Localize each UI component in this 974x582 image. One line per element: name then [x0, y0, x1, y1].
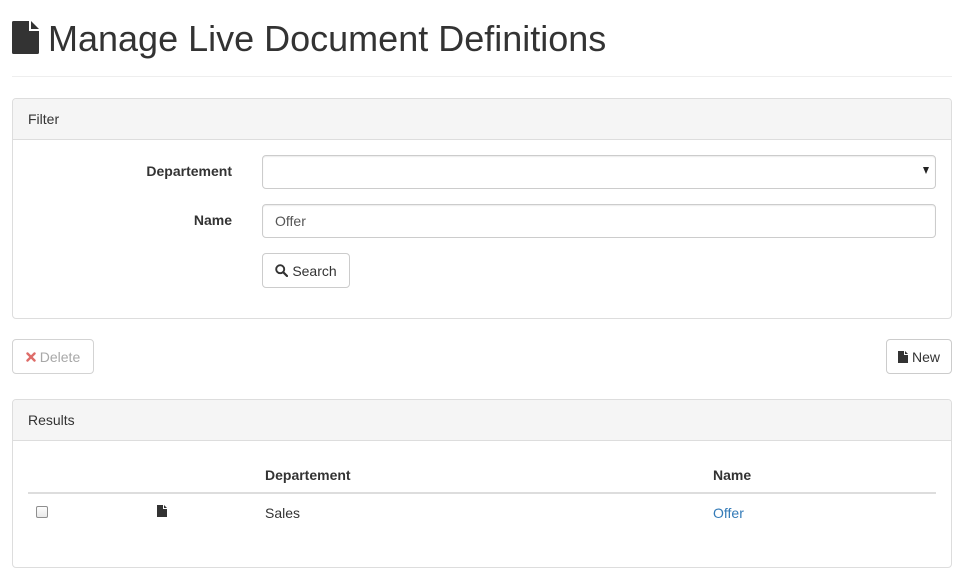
row-select-checkbox[interactable]	[36, 506, 48, 518]
file-icon	[157, 505, 167, 517]
name-input[interactable]	[262, 204, 936, 238]
filter-panel-heading: Filter	[13, 99, 951, 140]
new-button-label: New	[911, 348, 940, 365]
search-button[interactable]: Search	[262, 253, 350, 288]
row-name-link[interactable]: Offer	[713, 505, 744, 521]
file-icon	[12, 21, 39, 54]
filter-panel: Filter Departement Name Search	[12, 98, 952, 319]
name-label: Name	[193, 212, 232, 228]
chevron-down-icon	[923, 167, 929, 174]
page-title: Manage Live Document Definitions	[48, 18, 607, 59]
remove-icon	[26, 351, 36, 362]
delete-button[interactable]: Delete	[12, 339, 94, 374]
results-panel-heading: Results	[13, 400, 951, 441]
column-header-departement: Departement	[265, 467, 351, 483]
search-button-label: Search	[292, 262, 337, 279]
search-icon	[275, 264, 289, 277]
column-header-name: Name	[713, 467, 752, 483]
new-button[interactable]: New	[886, 339, 952, 374]
page-header: Manage Live Document Definitions	[12, 14, 952, 77]
results-panel: Results Departement Name Sales Offer	[12, 399, 952, 568]
row-departement: Sales	[265, 505, 301, 521]
file-icon	[897, 350, 908, 363]
departement-label: Departement	[146, 163, 232, 179]
departement-select[interactable]	[262, 155, 936, 189]
delete-button-label: Delete	[39, 348, 81, 365]
table-header-divider	[28, 492, 936, 494]
